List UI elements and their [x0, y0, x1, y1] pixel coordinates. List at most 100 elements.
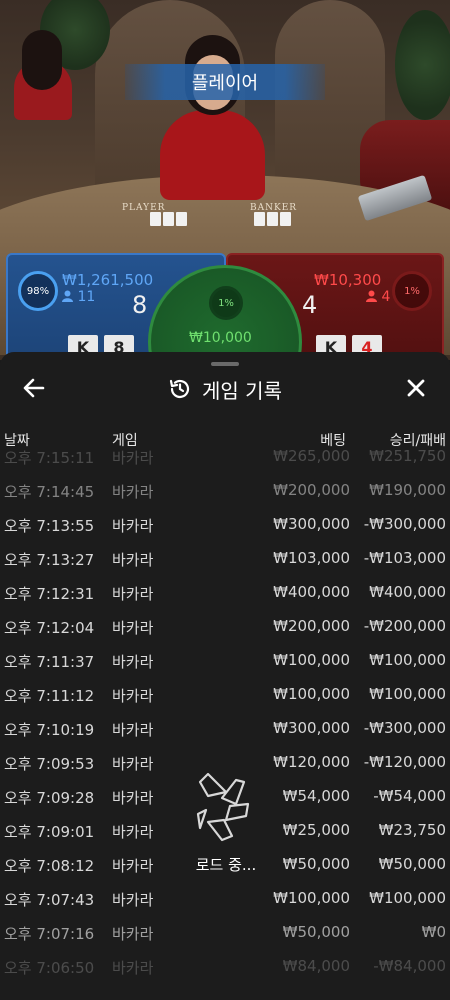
banker-percent: 1%	[392, 271, 432, 311]
history-row[interactable]: 오후 7:12:04 바카라 ₩200,000 -₩200,000	[0, 610, 450, 644]
history-row[interactable]: 오후 7:10:19 바카라 ₩300,000 -₩300,000	[0, 712, 450, 746]
row-game: 바카라	[112, 585, 154, 603]
dealer	[160, 110, 265, 200]
row-result: ₩100,000	[369, 685, 446, 703]
row-game: 바카라	[112, 653, 154, 671]
sheet-title-text: 게임 기록	[202, 378, 282, 403]
tie-bet-amount: ₩10,000	[189, 330, 252, 346]
row-result: -₩84,000	[373, 957, 446, 975]
player-bet-amount: ₩1,261,500	[62, 271, 154, 289]
game-history-sheet: 게임 기록 날짜 게임 베팅 승리/패배 오후 7:15:11 바카라 ₩265…	[0, 352, 450, 1000]
row-game: 바카라	[112, 789, 154, 807]
row-date: 오후 7:09:53	[4, 755, 95, 773]
column-header-date[interactable]: 날짜	[4, 430, 30, 450]
player-count: 11	[62, 289, 95, 305]
row-result: -₩300,000	[363, 515, 446, 533]
history-row[interactable]: 오후 7:06:50 바카라 ₩84,000 -₩84,000	[0, 950, 450, 984]
user-icon	[366, 290, 377, 302]
row-date: 오후 7:15:11	[4, 449, 95, 467]
row-game: 바카라	[112, 857, 154, 875]
sheet-grabber[interactable]	[211, 362, 239, 366]
player-percent: 98%	[18, 271, 58, 311]
row-result: ₩50,000	[378, 855, 446, 873]
row-date: 오후 7:07:16	[4, 925, 95, 943]
row-result: ₩251,750	[369, 448, 446, 465]
loading-spinner-icon	[196, 772, 250, 842]
player-count-value: 11	[77, 289, 96, 305]
row-game: 바카라	[112, 925, 154, 943]
row-date: 오후 7:09:28	[4, 789, 95, 807]
row-date: 오후 7:12:31	[4, 585, 95, 603]
row-date: 오후 7:12:04	[4, 619, 95, 637]
tie-percent: 1%	[209, 286, 243, 320]
column-header-game[interactable]: 게임	[112, 430, 138, 450]
banker-count-value: 4	[381, 289, 391, 305]
row-game: 바카라	[112, 483, 154, 501]
history-row[interactable]: 오후 7:13:55 바카라 ₩300,000 -₩300,000	[0, 508, 450, 542]
table-card	[280, 212, 291, 226]
row-date: 오후 7:11:12	[4, 687, 95, 705]
row-bet: ₩300,000	[273, 515, 350, 533]
row-bet: ₩100,000	[273, 651, 350, 669]
banker-bet-amount: ₩10,300	[314, 271, 382, 289]
row-result: -₩54,000	[373, 787, 446, 805]
result-banner: 플레이어	[125, 64, 325, 100]
row-date: 오후 7:13:55	[4, 517, 95, 535]
row-bet: ₩25,000	[282, 821, 350, 839]
row-date: 오후 7:06:50	[4, 959, 95, 977]
background-plant	[395, 10, 450, 120]
history-icon	[169, 379, 190, 398]
row-bet: ₩200,000	[273, 617, 350, 635]
row-result: ₩400,000	[369, 583, 446, 601]
row-bet: ₩200,000	[273, 481, 350, 499]
row-date: 오후 7:13:27	[4, 551, 95, 569]
history-row[interactable]: 오후 7:07:43 바카라 ₩100,000 ₩100,000	[0, 882, 450, 916]
user-icon	[62, 290, 73, 302]
loading-indicator: 로드 중...	[178, 758, 278, 878]
row-bet: ₩50,000	[282, 855, 350, 873]
row-result: -₩103,000	[363, 549, 446, 567]
banker-score: 4	[302, 291, 318, 319]
history-row[interactable]: 오후 7:13:27 바카라 ₩103,000 -₩103,000	[0, 542, 450, 576]
banker-count: 4	[366, 289, 390, 305]
row-bet: ₩100,000	[273, 889, 350, 907]
row-game: 바카라	[112, 721, 154, 739]
column-header-bet[interactable]: 베팅	[320, 430, 346, 450]
row-game: 바카라	[112, 823, 154, 841]
table-card	[254, 212, 265, 226]
history-row[interactable]: 오후 7:07:16 바카라 ₩50,000 ₩0	[0, 916, 450, 950]
history-row[interactable]: 오후 7:14:45 바카라 ₩200,000 ₩190,000	[0, 474, 450, 508]
row-result: ₩100,000	[369, 651, 446, 669]
column-header-result[interactable]: 승리/패배	[390, 430, 446, 450]
history-row[interactable]: 오후 7:11:37 바카라 ₩100,000 ₩100,000	[0, 644, 450, 678]
row-bet: ₩120,000	[273, 753, 350, 771]
row-date: 오후 7:07:43	[4, 891, 95, 909]
row-bet: ₩50,000	[282, 923, 350, 941]
row-bet: ₩300,000	[273, 719, 350, 737]
row-result: ₩100,000	[369, 889, 446, 907]
row-game: 바카라	[112, 959, 154, 977]
row-date: 오후 7:10:19	[4, 721, 95, 739]
row-game: 바카라	[112, 891, 154, 909]
row-bet: ₩265,000	[273, 448, 350, 465]
row-result: -₩120,000	[363, 753, 446, 771]
row-bet: ₩100,000	[273, 685, 350, 703]
row-result: -₩300,000	[363, 719, 446, 737]
history-row[interactable]: 오후 7:12:31 바카라 ₩400,000 ₩400,000	[0, 576, 450, 610]
row-result: ₩23,750	[378, 821, 446, 839]
history-row[interactable]: 오후 7:11:12 바카라 ₩100,000 ₩100,000	[0, 678, 450, 712]
table-card	[267, 212, 278, 226]
row-date: 오후 7:11:37	[4, 653, 95, 671]
row-bet: ₩54,000	[282, 787, 350, 805]
history-row[interactable]: 오후 7:15:11 바카라 ₩265,000 ₩251,750	[0, 448, 450, 474]
row-game: 바카라	[112, 755, 154, 773]
close-button[interactable]	[402, 374, 430, 402]
side-dealer-head	[22, 30, 62, 90]
row-date: 오후 7:09:01	[4, 823, 95, 841]
history-list[interactable]: 오후 7:15:11 바카라 ₩265,000 ₩251,750 오후 7:14…	[0, 448, 450, 1000]
row-bet: ₩103,000	[273, 549, 350, 567]
row-game: 바카라	[112, 687, 154, 705]
row-bet: ₩400,000	[273, 583, 350, 601]
row-game: 바카라	[112, 449, 154, 467]
row-result: ₩0	[421, 923, 446, 941]
